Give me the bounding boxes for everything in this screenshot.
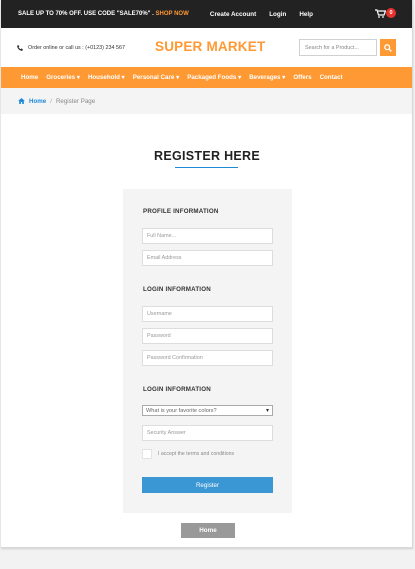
chevron-down-icon: ▾ [75, 74, 80, 81]
password-field[interactable]: Password [142, 328, 273, 344]
nav-household-label: Household [87, 74, 120, 81]
promo-banner: SALE UP TO 70% OFF. USE CODE "SALE70%" .… [18, 11, 197, 17]
title-underline [175, 167, 238, 168]
nav-personal-care-label: Personal Care [132, 74, 175, 81]
site-header: Order online or call us : (+0123) 234 56… [1, 28, 412, 67]
chevron-down-icon: ▾ [265, 408, 269, 414]
brand-logo[interactable]: SUPER MARKET [155, 39, 265, 54]
profile-section-heading: PROFILE INFORMATION [143, 208, 219, 215]
phone-icon [17, 44, 23, 51]
top-bar: SALE UP TO 70% OFF. USE CODE "SALE70%" .… [1, 0, 412, 28]
search-icon [384, 43, 392, 52]
nav-packaged-foods-label: Packaged Foods [187, 74, 237, 81]
chevron-down-icon: ▾ [174, 74, 180, 81]
breadcrumb-current: Register Page [55, 97, 96, 105]
page-frame: SALE UP TO 70% OFF. USE CODE "SALE70%" .… [1, 0, 413, 548]
chevron-down-icon: ▾ [280, 74, 286, 81]
nav-offers[interactable]: Offers [293, 74, 311, 81]
contact-info: Order online or call us : (+0123) 234 56… [17, 44, 167, 51]
nav-household[interactable]: Household ▾ [88, 74, 125, 81]
breadcrumb: Home / Register Page [1, 88, 412, 114]
chevron-down-icon: ▾ [119, 74, 125, 81]
home-button[interactable]: Home [181, 523, 235, 538]
nav-packaged-foods[interactable]: Packaged Foods ▾ [187, 74, 241, 81]
main-nav: Home Groceries ▾ Household ▾ Personal Ca… [1, 67, 412, 88]
home-icon [18, 98, 25, 104]
cart-count-badge: 0 [386, 8, 396, 18]
help-link[interactable]: Help [299, 11, 313, 18]
search-input[interactable]: Search for a Product... [299, 39, 377, 56]
breadcrumb-separator: / [50, 97, 52, 105]
full-name-field[interactable]: Full Name... [142, 228, 273, 244]
login-section-heading: LOGIN INFORMATION [143, 286, 211, 293]
terms-checkbox[interactable] [142, 449, 152, 459]
login-link[interactable]: Login [269, 11, 286, 18]
contact-text: Order online or call us : (+0123) 234 56… [28, 44, 125, 51]
nav-groceries[interactable]: Groceries ▾ [46, 74, 80, 81]
cart-icon [375, 9, 386, 18]
nav-contact[interactable]: Contact [320, 74, 343, 81]
nav-groceries-label: Groceries [46, 74, 76, 81]
nav-beverages[interactable]: Beverages ▾ [249, 74, 285, 81]
terms-label: I accept the terms and conditions [158, 451, 235, 457]
nav-beverages-label: Beverages [249, 74, 281, 81]
nav-personal-care[interactable]: Personal Care ▾ [133, 74, 179, 81]
promo-text: SALE UP TO 70% OFF. USE CODE "SALE70%" . [18, 11, 154, 17]
search-bar: Search for a Product... [299, 39, 396, 56]
register-button[interactable]: Register [142, 477, 273, 493]
security-question-value: What is your favorite colors? [146, 407, 217, 414]
nav-home[interactable]: Home [21, 74, 38, 81]
page-title: REGISTER HERE [154, 149, 260, 163]
shop-now-link[interactable]: SHOP NOW [156, 11, 189, 17]
chevron-down-icon: ▾ [236, 74, 242, 81]
search-button[interactable] [380, 39, 396, 56]
security-section-heading: LOGIN INFORMATION [143, 386, 211, 393]
create-account-link[interactable]: Create Account [210, 11, 256, 18]
security-question-select[interactable]: What is your favorite colors? ▾ [142, 405, 273, 416]
cart-button[interactable]: 0 [375, 7, 396, 21]
breadcrumb-home-link[interactable]: Home [29, 98, 46, 105]
security-answer-field[interactable]: Security Answer [142, 425, 273, 441]
terms-row: I accept the terms and conditions [142, 449, 234, 459]
password-confirm-field[interactable]: Password Confirmation [142, 350, 273, 366]
username-field[interactable]: Username [142, 306, 273, 322]
email-field[interactable]: Email Address [142, 250, 273, 266]
